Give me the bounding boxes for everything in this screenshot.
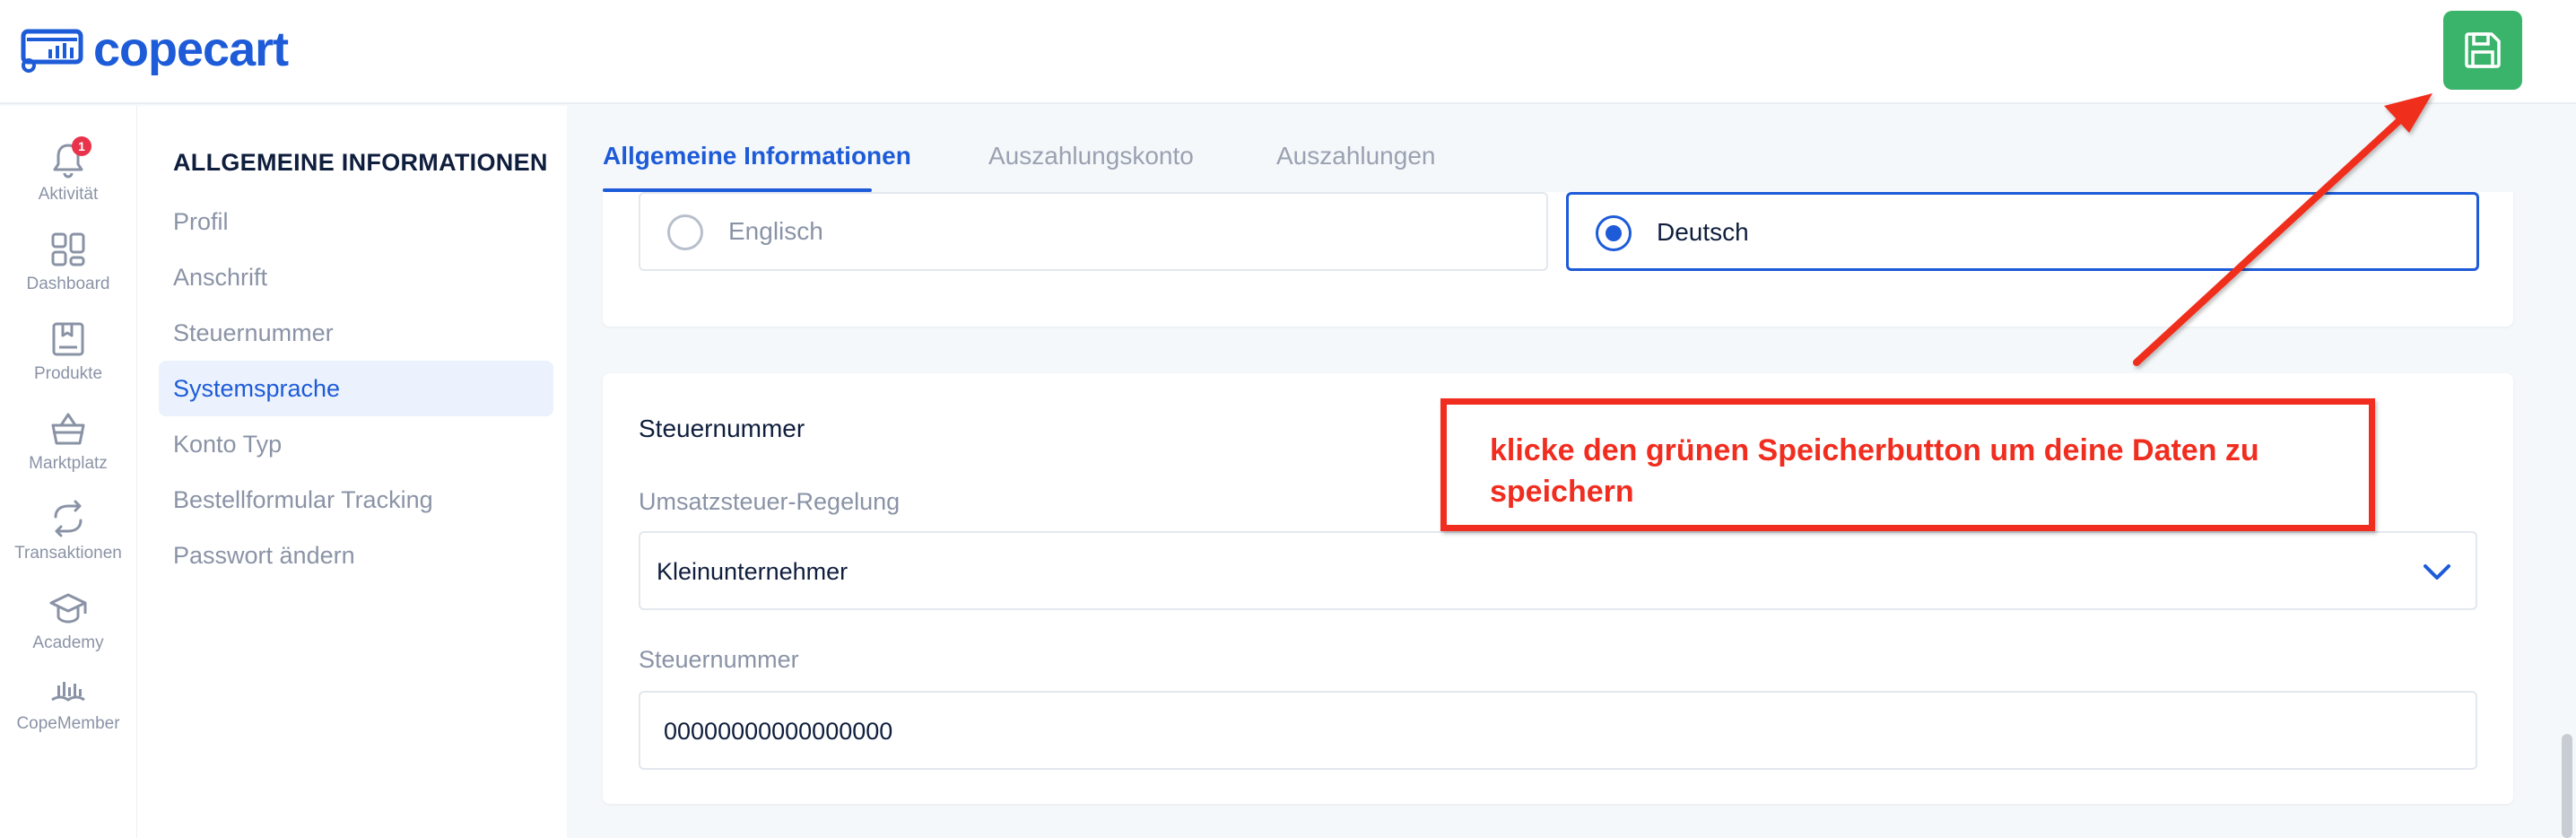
rail-item-transaktionen[interactable]: Transaktionen [0,499,136,563]
rail-item-label: CopeMember [16,714,120,733]
tab-auszahlungen[interactable]: Auszahlungen [1276,142,1435,170]
radio-checked-icon [1596,215,1632,251]
tab-allgemeine-informationen[interactable]: Allgemeine Informationen [603,142,911,170]
rail-item-copemember[interactable]: CopeMember [0,678,136,734]
rail-item-academy[interactable]: Academy [0,589,136,653]
vat-regulation-select[interactable]: Kleinunternehmer [639,531,2477,610]
save-button[interactable] [2443,11,2522,90]
vat-regulation-label: Umsatzsteuer-Regelung [639,488,901,515]
logo-text: copecart [93,22,289,76]
tax-number-value: 00000000000000000 [664,718,893,745]
product-box-icon [52,322,84,356]
graduation-cap-icon [49,593,87,624]
language-option-label: Englisch [728,217,823,245]
logo-cart-icon [21,29,83,73]
rail-item-label: Transaktionen [14,544,122,563]
subnav-item-steuernummer[interactable]: Steuernummer [159,305,553,361]
subnav-item-profil[interactable]: Profil [159,194,553,249]
vat-regulation-value: Kleinunternehmer [657,558,849,585]
language-option-englisch[interactable]: Englisch [639,192,1548,271]
rail-item-label: Aktivität [38,185,99,204]
tab-bar: Allgemeine Informationen Auszahlungskont… [567,106,2558,192]
scrollbar-thumb[interactable] [2562,734,2572,838]
floppy-disk-icon [2465,32,2501,68]
tab-auszahlungskonto[interactable]: Auszahlungskonto [988,142,1194,170]
rail-item-label: Marktplatz [29,454,108,473]
top-bar: copecart [0,0,2576,104]
tax-number-label: Steuernummer [639,646,799,673]
subnav-title: ALLGEMEINE INFORMATIONEN [173,149,548,176]
basket-icon [51,413,85,445]
rail-item-label: Dashboard [26,275,110,293]
dashboard-grid-icon [51,232,85,266]
notification-badge: 1 [72,136,91,156]
scrollbar[interactable] [2558,106,2576,838]
transactions-icon [54,500,83,537]
rail-item-label: Produkte [33,364,103,383]
rail-item-label: Academy [32,633,104,652]
radio-unchecked-icon [667,214,703,250]
copemember-icon [51,682,85,702]
subnav-item-konto-typ[interactable]: Konto Typ [159,416,553,472]
annotation-callout: klicke den grünen Speicherbutton um dein… [1440,398,2375,531]
language-option-label: Deutsch [1657,218,1749,246]
tax-number-input[interactable]: 00000000000000000 [639,691,2477,770]
copecart-logo[interactable]: copecart [18,22,289,77]
rail-item-aktivitaet[interactable]: 1 Aktivität [0,136,136,205]
settings-subnav: ALLGEMEINE INFORMATIONEN Profil Anschrif… [136,106,567,838]
chevron-down-icon [2424,564,2450,580]
subnav-item-bestellformular-tracking[interactable]: Bestellformular Tracking [159,472,553,528]
active-tab-indicator [603,188,872,192]
annotation-text: klicke den grünen Speicherbutton um dein… [1490,433,2259,509]
rail-item-dashboard[interactable]: Dashboard [0,230,136,294]
rail-item-produkte[interactable]: Produkte [0,319,136,384]
subnav-item-anschrift[interactable]: Anschrift [159,249,553,305]
icon-rail: 1 Aktivität Dashboard Produkte Marktplat… [0,106,136,838]
language-option-deutsch[interactable]: Deutsch [1566,192,2479,271]
subnav-item-passwort-aendern[interactable]: Passwort ändern [159,528,553,583]
subnav-item-systemsprache[interactable]: Systemsprache [159,361,553,416]
rail-item-marktplatz[interactable]: Marktplatz [0,409,136,474]
tax-card-title: Steuernummer [639,415,805,442]
